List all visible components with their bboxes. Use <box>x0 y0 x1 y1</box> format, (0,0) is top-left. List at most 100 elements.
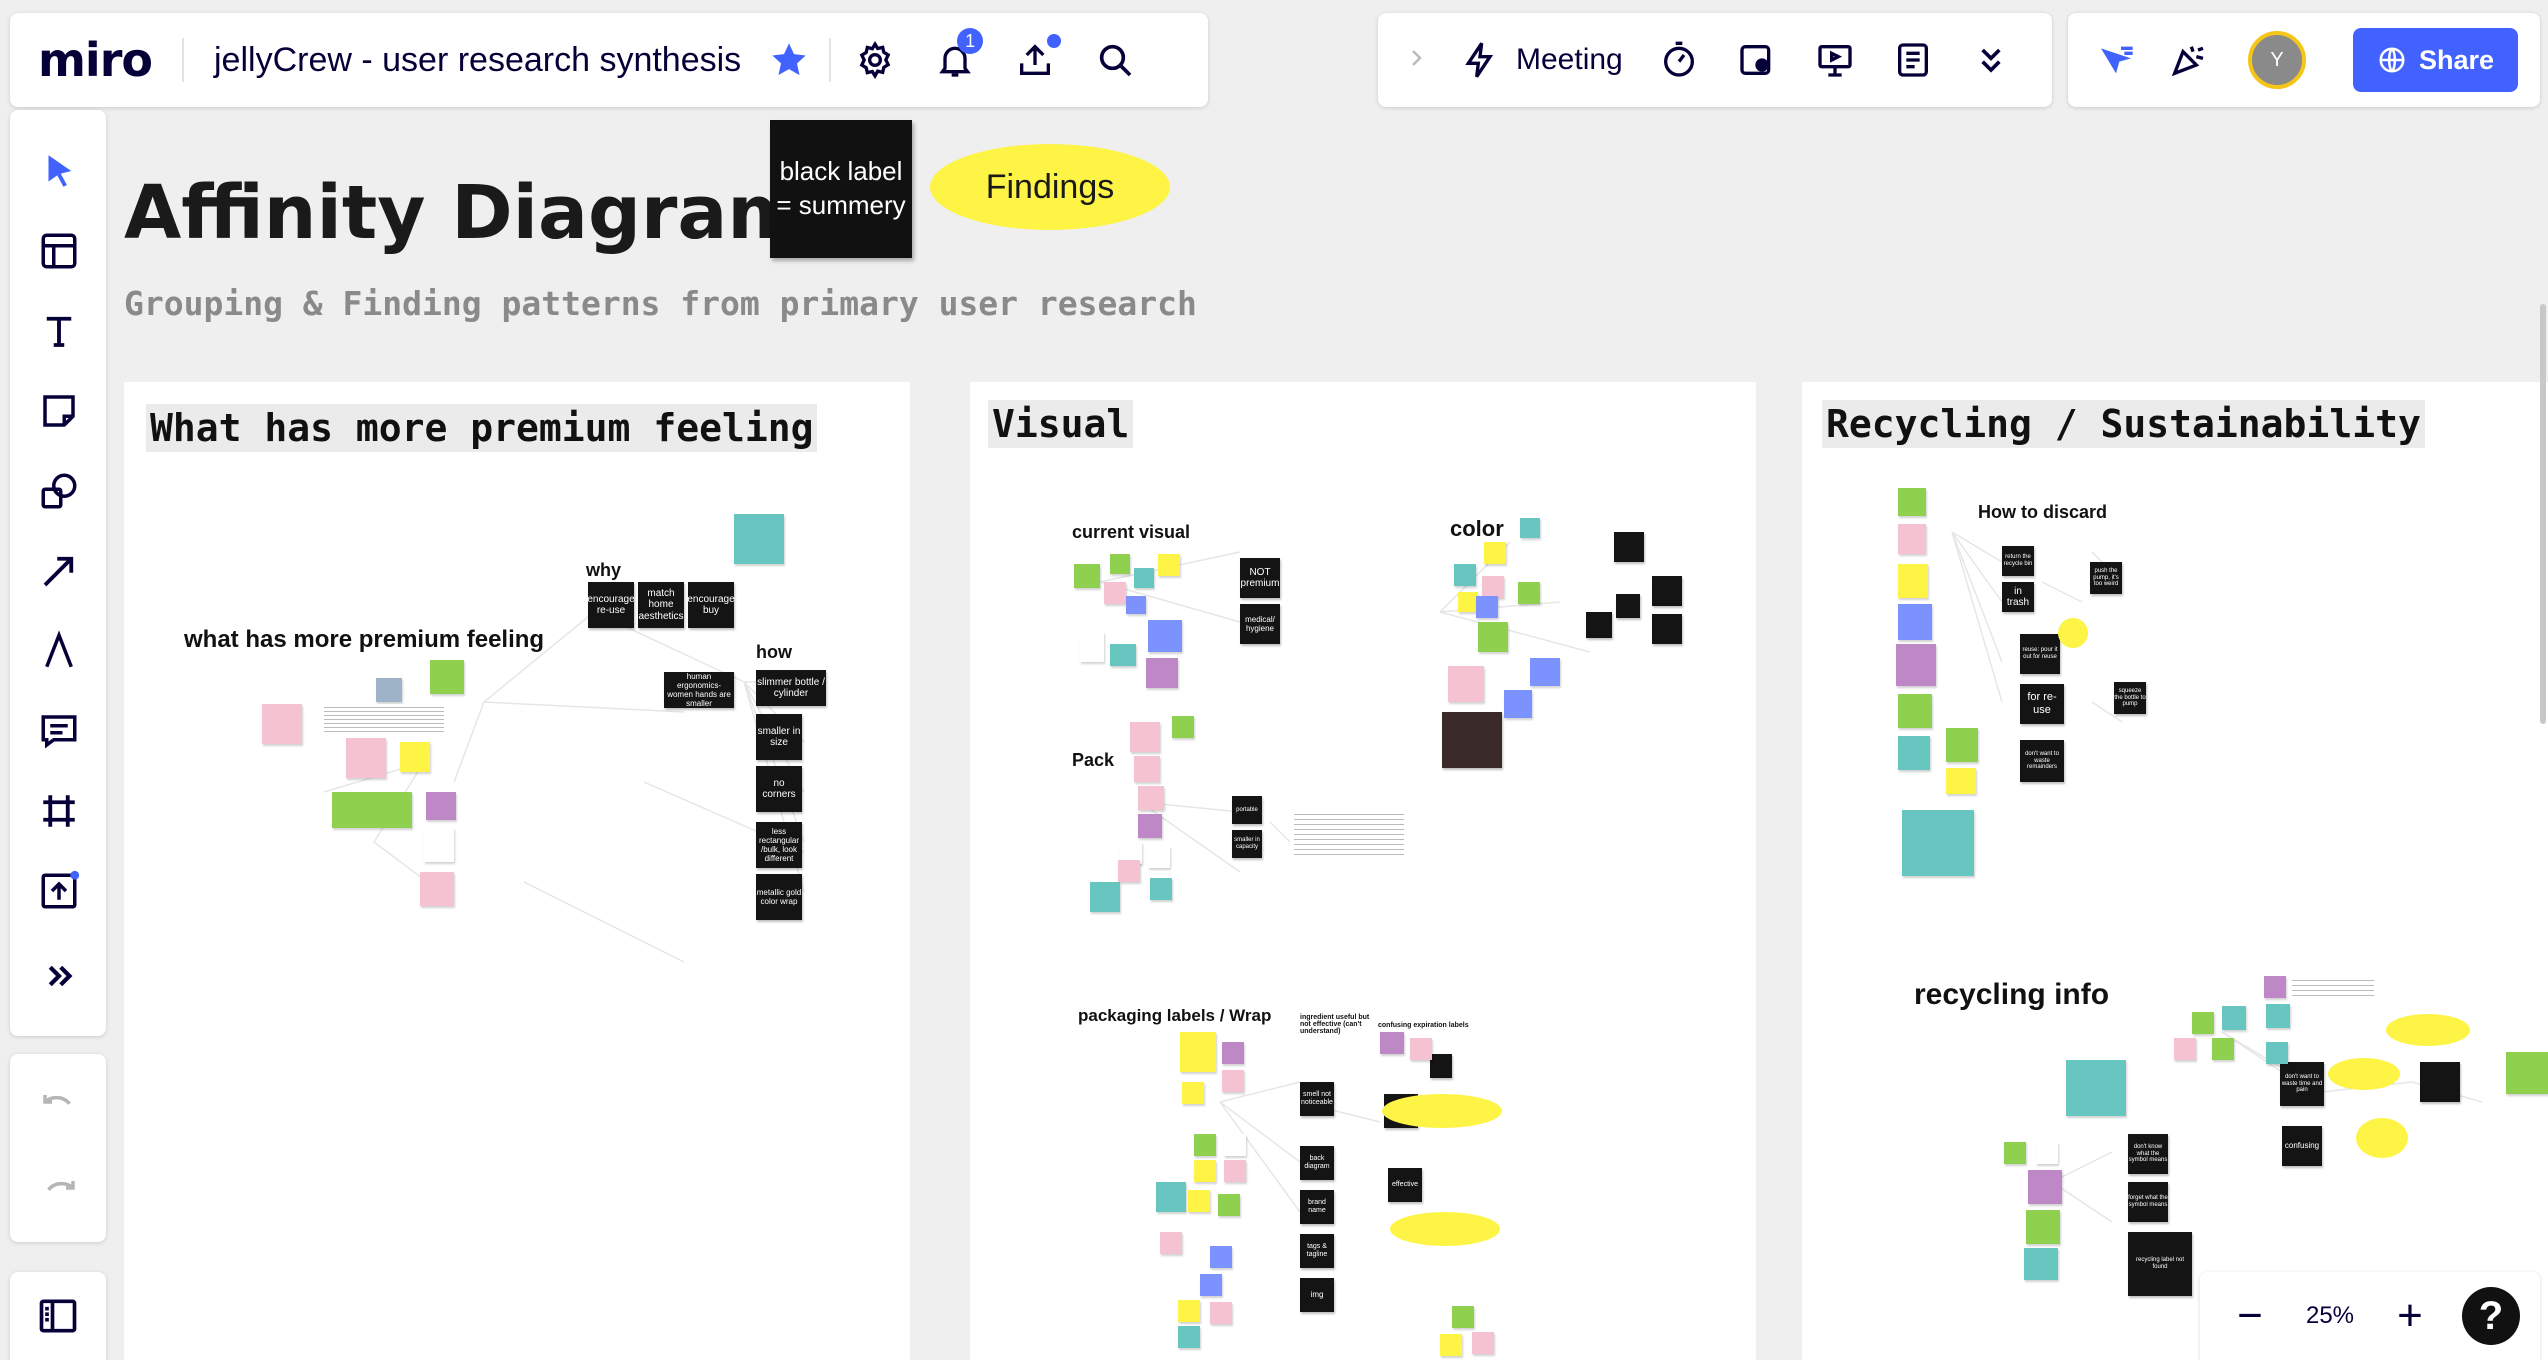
sticky-note[interactable] <box>1178 1326 1200 1348</box>
frame-icon[interactable] <box>38 790 80 832</box>
sticky-note[interactable] <box>1180 1032 1216 1072</box>
video-call-icon[interactable] <box>1731 34 1783 86</box>
arrow-line-icon[interactable] <box>38 550 80 592</box>
sticky-note[interactable] <box>1448 666 1484 702</box>
how-label[interactable]: how <box>756 642 792 663</box>
sticky-note[interactable] <box>1222 1070 1244 1092</box>
summary-note[interactable]: less rectangular /bulk, look different <box>756 822 802 868</box>
sticky-note[interactable] <box>1504 690 1532 718</box>
sticky-note[interactable] <box>346 738 386 778</box>
expiration-label[interactable]: confusing expiration labels <box>1378 1022 1469 1029</box>
sticky-note[interactable] <box>1158 554 1180 576</box>
summary-note[interactable]: smaller in capacity <box>1232 830 1262 858</box>
sticky-note[interactable] <box>2026 1210 2060 1244</box>
summary-note[interactable]: tags & tagline <box>1300 1234 1334 1268</box>
sticky-note[interactable] <box>1454 564 1476 586</box>
sticky-note[interactable] <box>1188 1190 1210 1212</box>
star-icon[interactable] <box>763 34 815 86</box>
zoom-in-button[interactable]: + <box>2380 1286 2440 1346</box>
summary-note[interactable]: smell not noticeable <box>1300 1082 1334 1116</box>
text-tool-icon[interactable] <box>38 310 80 352</box>
sticky-note[interactable] <box>1440 1334 1462 1356</box>
sticky-note[interactable] <box>1898 694 1932 728</box>
summary-note[interactable]: forget what the symbol means <box>2128 1182 2168 1222</box>
summary-note[interactable]: smaller in size <box>756 714 802 760</box>
sticky-note[interactable] <box>1530 658 1560 686</box>
cursor-filter-icon[interactable] <box>2090 34 2142 86</box>
findings-ellipse[interactable]: Findings <box>930 144 1170 230</box>
summary-note[interactable]: don't want to waste remainders <box>2020 740 2064 782</box>
summary-note[interactable]: slimmer bottle / cylinder <box>756 670 826 706</box>
frame-title[interactable]: Recycling / Sustainability <box>1822 400 2425 448</box>
upload-export-icon[interactable] <box>1009 34 1062 86</box>
pen-icon[interactable] <box>38 630 80 672</box>
sticky-note[interactable] <box>1090 882 1120 912</box>
canvas-subtitle[interactable]: Grouping & Finding patterns from primary… <box>124 284 1197 323</box>
sticky-note[interactable] <box>1134 568 1154 588</box>
packaging-labels-label[interactable]: packaging labels / Wrap <box>1078 1006 1271 1026</box>
sticky-note[interactable] <box>1156 1182 1186 1212</box>
sticky-note[interactable] <box>1482 576 1504 598</box>
summary-note[interactable]: match home aesthetics <box>638 582 684 628</box>
sticky-note[interactable] <box>2066 1060 2126 1116</box>
sticky-note[interactable] <box>1222 1042 1244 1064</box>
photo-thumbnail[interactable] <box>376 678 402 702</box>
summary-note[interactable]: no corners <box>756 766 802 812</box>
sticky-note[interactable] <box>2266 1004 2290 1028</box>
sticky-note[interactable] <box>1074 564 1100 588</box>
sticky-note[interactable] <box>2506 1052 2548 1094</box>
sticky-note[interactable] <box>1518 582 1540 604</box>
sticky-note[interactable] <box>2266 1042 2288 1064</box>
cluster-label[interactable]: what has more premium feeling <box>184 626 544 654</box>
sticky-note[interactable] <box>2212 1038 2234 1060</box>
color-label[interactable]: color <box>1450 516 1504 542</box>
summary-note[interactable] <box>1430 1054 1452 1078</box>
user-avatar[interactable]: Y <box>2248 31 2306 89</box>
vertical-scrollbar[interactable] <box>2540 304 2546 724</box>
sticky-note[interactable] <box>2024 1248 2058 1280</box>
sticky-note[interactable] <box>400 742 430 772</box>
settings-gear-icon[interactable] <box>849 34 901 86</box>
summary-note[interactable]: encourage re-use <box>587 582 635 628</box>
summary-note[interactable]: return the recycle bin <box>2002 546 2034 576</box>
sticky-note[interactable] <box>1478 622 1508 652</box>
redo-icon[interactable] <box>38 1174 80 1216</box>
sticky-note[interactable] <box>1104 582 1126 604</box>
sticky-note[interactable] <box>1946 728 1978 762</box>
sticky-note[interactable] <box>262 704 302 744</box>
notifications-bell-icon[interactable]: 1 <box>929 28 984 86</box>
sticky-note[interactable] <box>2222 1006 2246 1030</box>
sticky-note[interactable] <box>1902 810 1974 876</box>
sticky-note[interactable] <box>1484 542 1506 564</box>
finding-ellipse[interactable] <box>2386 1014 2470 1046</box>
sticky-note[interactable] <box>1476 596 1498 618</box>
search-icon[interactable] <box>1089 34 1141 86</box>
sticky-note[interactable] <box>1138 814 1162 838</box>
sticky-note[interactable] <box>2028 1170 2062 1204</box>
finding-ellipse[interactable] <box>2356 1118 2408 1158</box>
sticky-note[interactable] <box>1896 644 1936 686</box>
sticky-note[interactable] <box>1178 1300 1200 1322</box>
sticky-note[interactable] <box>1194 1134 1216 1156</box>
sticky-note[interactable] <box>332 792 412 828</box>
sticky-note[interactable] <box>2192 1012 2214 1034</box>
summary-note[interactable]: encourage buy <box>687 582 735 628</box>
ingredient-label[interactable]: ingredient useful but not effective (can… <box>1300 1014 1370 1035</box>
sticky-note[interactable] <box>1210 1302 1232 1324</box>
summary-note[interactable] <box>1616 594 1640 618</box>
summary-note[interactable] <box>1586 612 1612 638</box>
sticky-note[interactable] <box>1160 1232 1182 1254</box>
shapes-icon[interactable] <box>38 470 80 512</box>
lightning-icon[interactable] <box>1454 34 1506 86</box>
sticky-note[interactable] <box>1520 518 1540 538</box>
summary-note[interactable]: NOT premium <box>1240 558 1280 598</box>
summary-note[interactable]: in trash <box>2002 582 2034 612</box>
sticky-note[interactable] <box>1472 1332 1494 1354</box>
sticky-note[interactable] <box>1194 1160 1216 1182</box>
legend-sticky-note[interactable]: black label = summery <box>770 120 912 258</box>
sticky-note[interactable] <box>1148 846 1170 868</box>
summary-note[interactable]: effective <box>1388 1168 1422 1202</box>
sticky-note[interactable] <box>1898 488 1926 516</box>
sticky-note[interactable] <box>1200 1274 1222 1296</box>
sticky-note[interactable] <box>1898 564 1928 598</box>
